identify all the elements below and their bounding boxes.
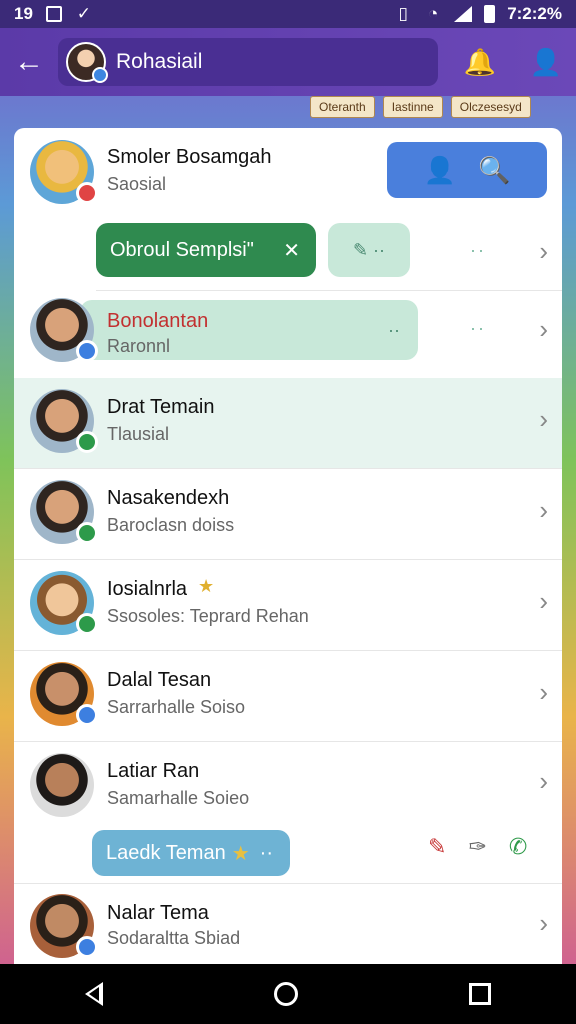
contact-subtitle: Sodaraltta Sbiad	[107, 928, 241, 948]
bubble-text: Obroul Semplsi"	[110, 238, 254, 261]
contact-name: Nasakendexh	[107, 487, 230, 509]
list-item[interactable]: Iosialnrla ★ Ssosoles: Teprard Rehan ›	[14, 560, 562, 651]
edit-icon: ✎ ··	[352, 239, 386, 260]
list-item[interactable]: ·· Bonolantan Raronnl ·· ›	[14, 292, 562, 383]
list-item[interactable]: Nalar Tema Sodaraltta Sbiad ›	[14, 884, 562, 964]
whatsapp-icon[interactable]: ✆	[509, 834, 527, 860]
wifi-icon: ◔	[428, 4, 439, 23]
backdrop-tab: Olczesesyd	[450, 96, 531, 118]
person-icon: 👤	[423, 154, 456, 185]
pin-icon[interactable]: ✑	[468, 834, 486, 860]
message-bubble-blue[interactable]: Laedk Teman ★ ··	[92, 830, 290, 876]
page-title: Rohasiail	[116, 50, 203, 73]
contact-subtitle: Samarhalle Soieo	[107, 788, 250, 808]
avatar	[30, 389, 98, 453]
contact-name: Drat Temain	[107, 396, 215, 418]
back-nav-icon[interactable]	[85, 982, 104, 1006]
search-button[interactable]: 👤 🔍	[387, 142, 547, 198]
chevron-right-icon[interactable]: ›	[539, 766, 548, 797]
notification-count: 19	[14, 4, 33, 23]
chevron-right-icon[interactable]: ›	[539, 495, 548, 526]
list-item[interactable]: Dalal Tesan Sarrarhalle Soiso ›	[14, 651, 562, 742]
avatar	[30, 753, 94, 817]
contact-name: Latiar Ran	[107, 760, 200, 782]
status-badge	[76, 704, 98, 726]
list-item[interactable]: Smoler Bosamgah Saosial 👤 🔍 Obroul Sempl…	[14, 128, 562, 292]
status-left: 19 ✓	[14, 4, 93, 24]
list-item[interactable]: Nasakendexh Baroclasn doiss ›	[14, 469, 562, 560]
signal-icon	[454, 6, 473, 22]
check-icon: ✓	[76, 4, 92, 23]
star-icon: ★	[231, 842, 250, 865]
status-badge	[76, 340, 98, 362]
contact-name: Nalar Tema	[107, 902, 209, 924]
status-badge	[76, 522, 98, 544]
app-bar: ← Rohasiail 🔔 👤	[0, 28, 576, 96]
contact-name: Dalal Tesan	[107, 669, 212, 691]
avatar	[30, 571, 98, 635]
contact-name: Iosialnrla	[107, 578, 188, 600]
back-arrow-icon[interactable]: ←	[14, 47, 44, 77]
status-dot	[92, 67, 108, 83]
avatar	[30, 298, 98, 362]
contact-subtitle: Baroclasn doiss	[107, 515, 235, 535]
battery-icon	[484, 5, 496, 23]
star-icon: ★	[198, 576, 215, 596]
conversation-header[interactable]: Rohasiail	[58, 38, 438, 86]
tag-icon[interactable]: ✎	[428, 834, 446, 860]
bubble-text: Laedk Teman	[106, 841, 226, 864]
chevron-right-icon[interactable]: ›	[539, 404, 548, 435]
typing-dots: ··	[470, 240, 486, 260]
message-bubble-mint[interactable]: ✎ ··	[328, 223, 410, 277]
list-item[interactable]: Drat Temain Tlausial ›	[14, 378, 562, 469]
status-badge	[76, 613, 98, 635]
avatar	[30, 140, 98, 204]
system-nav-bar	[0, 964, 576, 1024]
chevron-right-icon[interactable]: ›	[539, 236, 548, 267]
close-icon[interactable]: ✕	[283, 238, 300, 263]
status-badge	[76, 936, 98, 958]
avatar	[30, 894, 98, 958]
recents-nav-icon[interactable]	[468, 983, 491, 1005]
avatar	[30, 480, 98, 544]
add-person-icon[interactable]: 👤	[530, 47, 562, 78]
box-icon	[45, 5, 63, 23]
status-time: 7:2:2%	[507, 4, 562, 23]
contact-subtitle: Tlausial	[107, 424, 170, 444]
message-bubble-green[interactable]: Obroul Semplsi" ✕	[96, 223, 316, 277]
contact-subtitle: Sarrarhalle Soiso	[107, 697, 246, 717]
status-badge	[76, 182, 98, 204]
contact-subtitle: Saosial	[107, 174, 167, 194]
chevron-right-icon[interactable]: ›	[539, 314, 548, 345]
status-bar: 19 ✓ ▯ ◔ 7:2:2%	[0, 0, 576, 28]
status-badge	[76, 431, 98, 453]
search-icon: 🔍	[478, 154, 511, 185]
vibrate-icon: ▯	[398, 4, 408, 23]
contact-subtitle: Ssosoles: Teprard Rehan	[107, 606, 309, 626]
bell-icon[interactable]: 🔔	[464, 47, 496, 78]
app-actions: 🔔 👤	[464, 47, 562, 78]
home-nav-icon[interactable]	[273, 982, 298, 1006]
avatar	[66, 42, 108, 83]
status-right: ▯ ◔ 7:2:2%	[394, 4, 562, 24]
message-actions: ✎ ✑ ✆	[428, 834, 527, 860]
contact-name: Smoler Bosamgah	[107, 146, 272, 168]
backdrop-tabs: Oteranth Iastinne Olczesesyd	[310, 96, 531, 118]
contact-subtitle: Raronnl	[107, 336, 171, 356]
chevron-right-icon[interactable]: ›	[539, 908, 548, 939]
typing-dots: ··	[259, 841, 273, 864]
contact-list-card: Smoler Bosamgah Saosial 👤 🔍 Obroul Sempl…	[14, 128, 562, 964]
chevron-right-icon[interactable]: ›	[539, 586, 548, 617]
contact-name: Bonolantan	[107, 310, 209, 332]
divider	[96, 290, 562, 291]
chevron-right-icon[interactable]: ›	[539, 677, 548, 708]
typing-dots: ··	[470, 318, 486, 338]
backdrop-tab: Iastinne	[382, 96, 443, 118]
avatar	[30, 662, 98, 726]
backdrop-tab: Oteranth	[310, 96, 375, 118]
